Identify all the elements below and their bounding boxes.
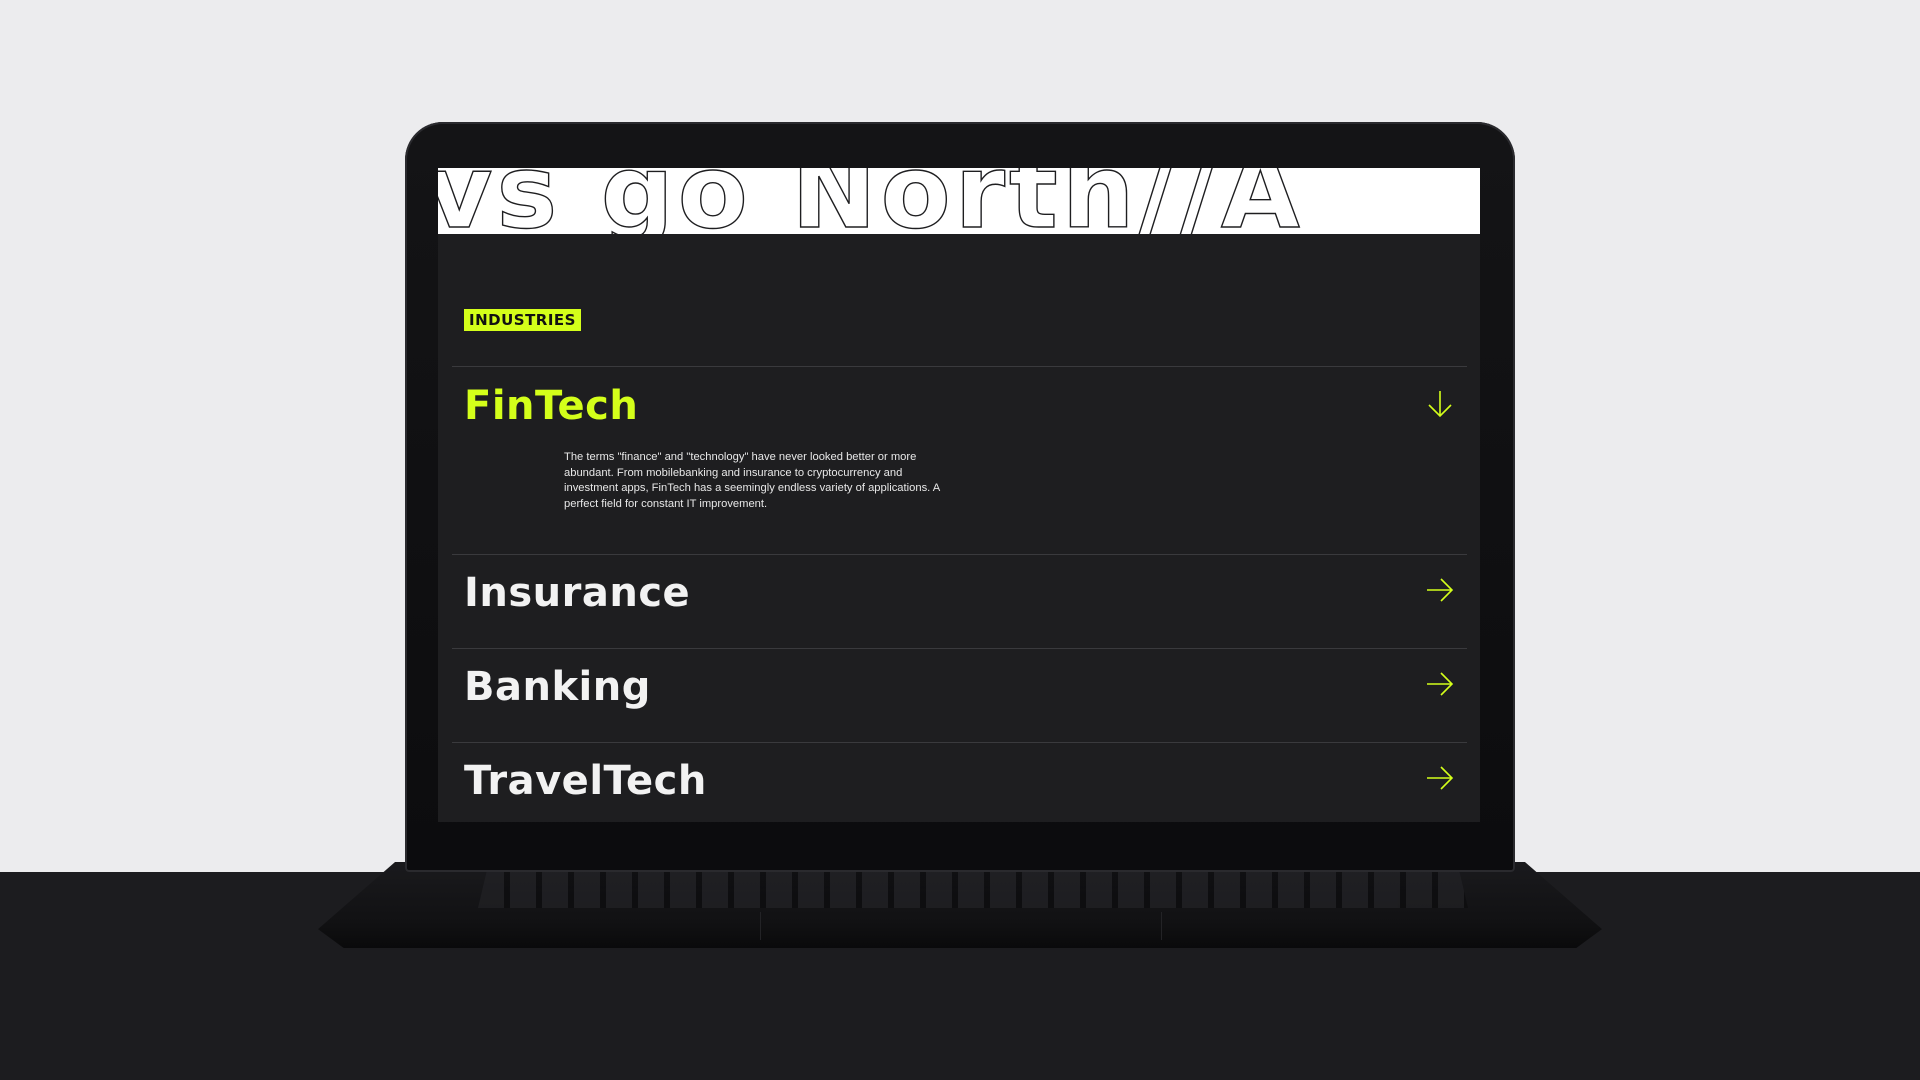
marquee-text: vs go North//A	[438, 168, 1304, 234]
industry-description-fintech: The terms "finance" and "technology" hav…	[564, 451, 940, 510]
laptop-trackpad	[760, 912, 1162, 940]
laptop-keyboard	[478, 866, 1468, 908]
divider	[452, 648, 1467, 649]
industry-title-insurance[interactable]: Insurance	[464, 573, 690, 613]
divider	[452, 554, 1467, 555]
industry-title-fintech[interactable]: FinTech	[464, 386, 638, 426]
mockup-scene: vs go North//A INDUSTRIES FinTech The te…	[0, 0, 1920, 1080]
section-badge: INDUSTRIES	[464, 309, 581, 331]
arrow-right-icon[interactable]	[1424, 574, 1456, 606]
divider	[452, 366, 1467, 367]
arrow-down-icon[interactable]	[1424, 388, 1456, 420]
laptop-screen: vs go North//A INDUSTRIES FinTech The te…	[438, 168, 1480, 822]
marquee-banner: vs go North//A	[438, 168, 1480, 234]
arrow-right-icon[interactable]	[1424, 668, 1456, 700]
industry-title-traveltech[interactable]: TravelTech	[464, 761, 707, 801]
industry-title-banking[interactable]: Banking	[464, 667, 651, 707]
divider	[452, 742, 1467, 743]
arrow-right-icon[interactable]	[1424, 762, 1456, 794]
